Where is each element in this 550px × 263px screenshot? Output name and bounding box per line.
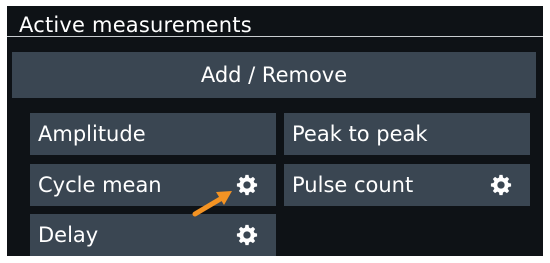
- gear-icon[interactable]: [236, 174, 258, 196]
- measurement-peak-to-peak-button[interactable]: Peak to peak: [284, 113, 530, 155]
- measurement-label: Delay: [38, 223, 99, 247]
- title-divider: [7, 36, 543, 37]
- measurement-label: Pulse count: [292, 173, 414, 197]
- measurement-delay-button[interactable]: Delay: [30, 214, 276, 256]
- panel-title: Active measurements: [19, 13, 252, 37]
- add-remove-button[interactable]: Add / Remove: [12, 52, 536, 98]
- gear-icon[interactable]: [236, 224, 258, 246]
- measurement-pulse-count-button[interactable]: Pulse count: [284, 164, 530, 206]
- measurement-label: Amplitude: [38, 122, 146, 146]
- measurement-label: Peak to peak: [292, 122, 428, 146]
- orange-arrow-icon: [192, 191, 232, 217]
- measurement-cycle-mean-button[interactable]: Cycle mean: [30, 164, 276, 206]
- measurement-label: Cycle mean: [38, 173, 162, 197]
- gear-icon[interactable]: [490, 174, 512, 196]
- measurement-amplitude-button[interactable]: Amplitude: [30, 113, 276, 155]
